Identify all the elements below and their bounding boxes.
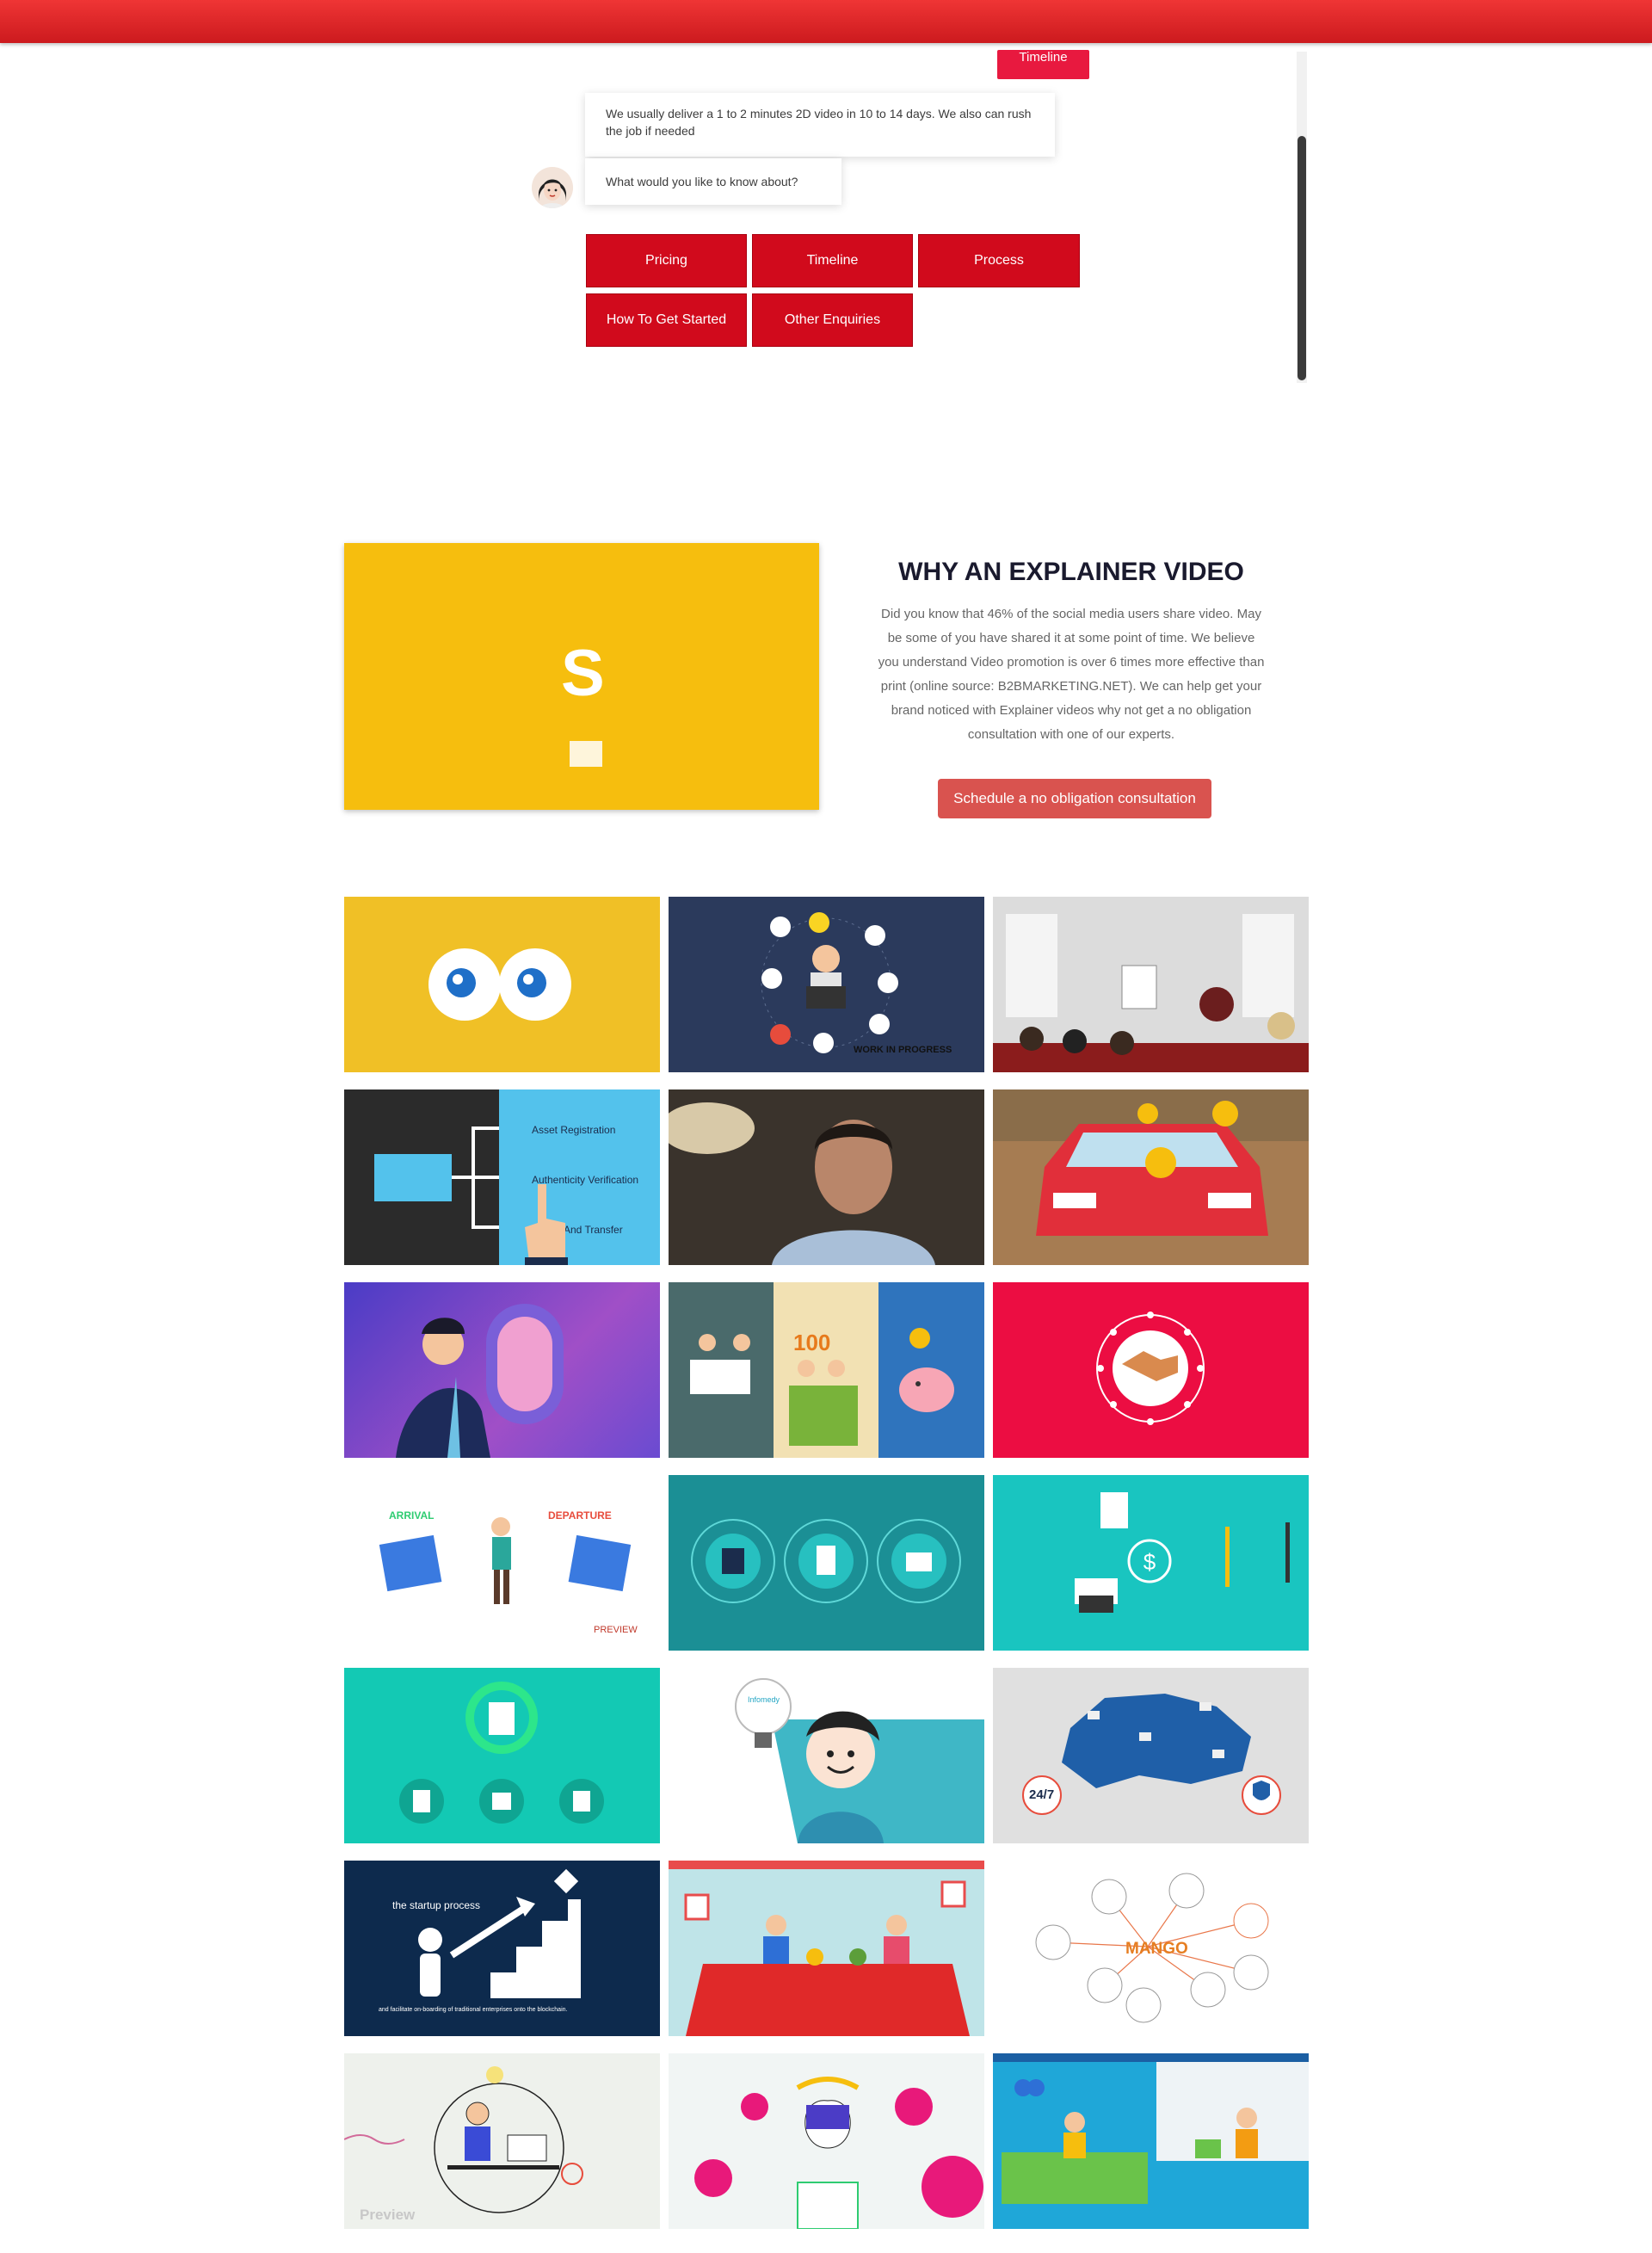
iceland-map-illustration xyxy=(1022,1694,1281,1815)
portfolio-tile-handshake[interactable] xyxy=(993,1282,1309,1458)
portfolio-tile-preview-workspace[interactable]: Preview xyxy=(344,2053,660,2229)
preview-watermark: Preview xyxy=(360,2207,416,2223)
office-illustration xyxy=(993,2053,1309,2229)
portfolio-tile-savings[interactable]: 100 xyxy=(669,1282,984,1458)
teal-icons-illustration xyxy=(691,1519,961,1603)
portfolio-tile-network[interactable]: WORK IN PROGRESS xyxy=(669,897,984,1072)
user-selected-option: Timeline xyxy=(997,50,1089,79)
workspace-illustration xyxy=(344,2066,583,2213)
option-timeline-button[interactable]: Timeline xyxy=(752,234,913,287)
portfolio-tile-airplane[interactable] xyxy=(344,1282,660,1458)
portfolio-tile-asset-registration[interactable]: Asset Registration Authenticity Verifica… xyxy=(344,1089,660,1265)
chat-scrollbar-thumb[interactable] xyxy=(1298,136,1306,380)
video-letter: S xyxy=(561,637,605,710)
asset-registration-label: Asset Registration xyxy=(532,1124,616,1136)
arrival-label: ARRIVAL xyxy=(389,1509,435,1522)
presentation-illustration xyxy=(993,897,1309,1072)
option-get-started-button[interactable]: How To Get Started xyxy=(586,293,747,347)
hours-label: 24/7 xyxy=(1029,1787,1055,1802)
portfolio-tile-mango[interactable]: MANGO xyxy=(993,1861,1309,2036)
portfolio-tile-arrival-departure[interactable]: ARRIVAL DEPARTURE PREVIEW xyxy=(344,1475,660,1651)
portfolio-tile-presenter[interactable] xyxy=(669,1089,984,1265)
bot-message-reply: We usually deliver a 1 to 2 minutes 2D v… xyxy=(585,93,1055,157)
mango-logo-label: MANGO xyxy=(1125,1940,1188,1958)
savings-illustration xyxy=(690,1328,954,1446)
portfolio-tile-eyes[interactable] xyxy=(344,897,660,1072)
work-in-progress-label: WORK IN PROGRESS xyxy=(854,1045,952,1055)
departure-label: DEPARTURE xyxy=(548,1509,612,1522)
document-icons-illustration xyxy=(399,1682,604,1824)
portfolio-tile-ethereum[interactable] xyxy=(669,2053,984,2229)
option-pricing-button[interactable]: Pricing xyxy=(586,234,747,287)
ethereum-illustration xyxy=(694,2077,983,2229)
bulb-brand-label: Infomedy xyxy=(748,1695,780,1704)
bot-avatar xyxy=(532,167,573,208)
explainer-video-player[interactable]: S xyxy=(344,543,819,810)
airplane-window-illustration xyxy=(396,1304,564,1458)
video-square xyxy=(570,741,602,767)
portfolio-tile-lightbulb[interactable]: Infomedy xyxy=(669,1668,984,1843)
preview-label: PREVIEW xyxy=(594,1625,638,1635)
portfolio-tile-dinner[interactable] xyxy=(669,1861,984,2036)
option-other-enquiries-button[interactable]: Other Enquiries xyxy=(752,293,913,347)
portfolio-tile-document[interactable] xyxy=(344,1668,660,1843)
portfolio-tile-startup[interactable]: the startup process and facilitate on-bo… xyxy=(344,1861,660,2036)
startup-sub-label: and facilitate on-boarding of traditiona… xyxy=(379,2007,568,2013)
schedule-consultation-button[interactable]: Schedule a no obligation consultation xyxy=(938,779,1211,818)
why-explainer-text: Did you know that 46% of the social medi… xyxy=(878,607,1265,742)
why-explainer-title: WHY AN EXPLAINER VIDEO xyxy=(898,558,1244,586)
bot-message-question: What would you like to know about? xyxy=(585,158,841,205)
pointing-hand-icon xyxy=(525,1184,568,1265)
portfolio-tile-printer[interactable]: $ xyxy=(993,1475,1309,1651)
portfolio-tile-car[interactable] xyxy=(993,1089,1309,1265)
dinner-illustration xyxy=(669,1861,984,2036)
startup-label: the startup process xyxy=(392,1899,481,1911)
lightbulb-character-illustration xyxy=(735,1678,984,1843)
handshake-network-icon xyxy=(1096,1312,1205,1425)
car-illustration xyxy=(993,1089,1309,1265)
svg-text:$: $ xyxy=(1143,1549,1156,1575)
circuit-icon xyxy=(374,1126,499,1229)
top-nav-bar xyxy=(0,0,1652,43)
eyes-illustration xyxy=(428,948,571,1021)
printer-illustration: $ xyxy=(1075,1492,1290,1613)
portfolio-tile-map[interactable]: 24/7 xyxy=(993,1668,1309,1843)
portfolio-tile-office[interactable] xyxy=(993,2053,1309,2229)
portfolio-tile-presentation[interactable] xyxy=(993,897,1309,1072)
portfolio-tile-teal-icons[interactable] xyxy=(669,1475,984,1651)
presenter-photo xyxy=(669,1089,984,1265)
option-process-button[interactable]: Process xyxy=(918,234,1080,287)
